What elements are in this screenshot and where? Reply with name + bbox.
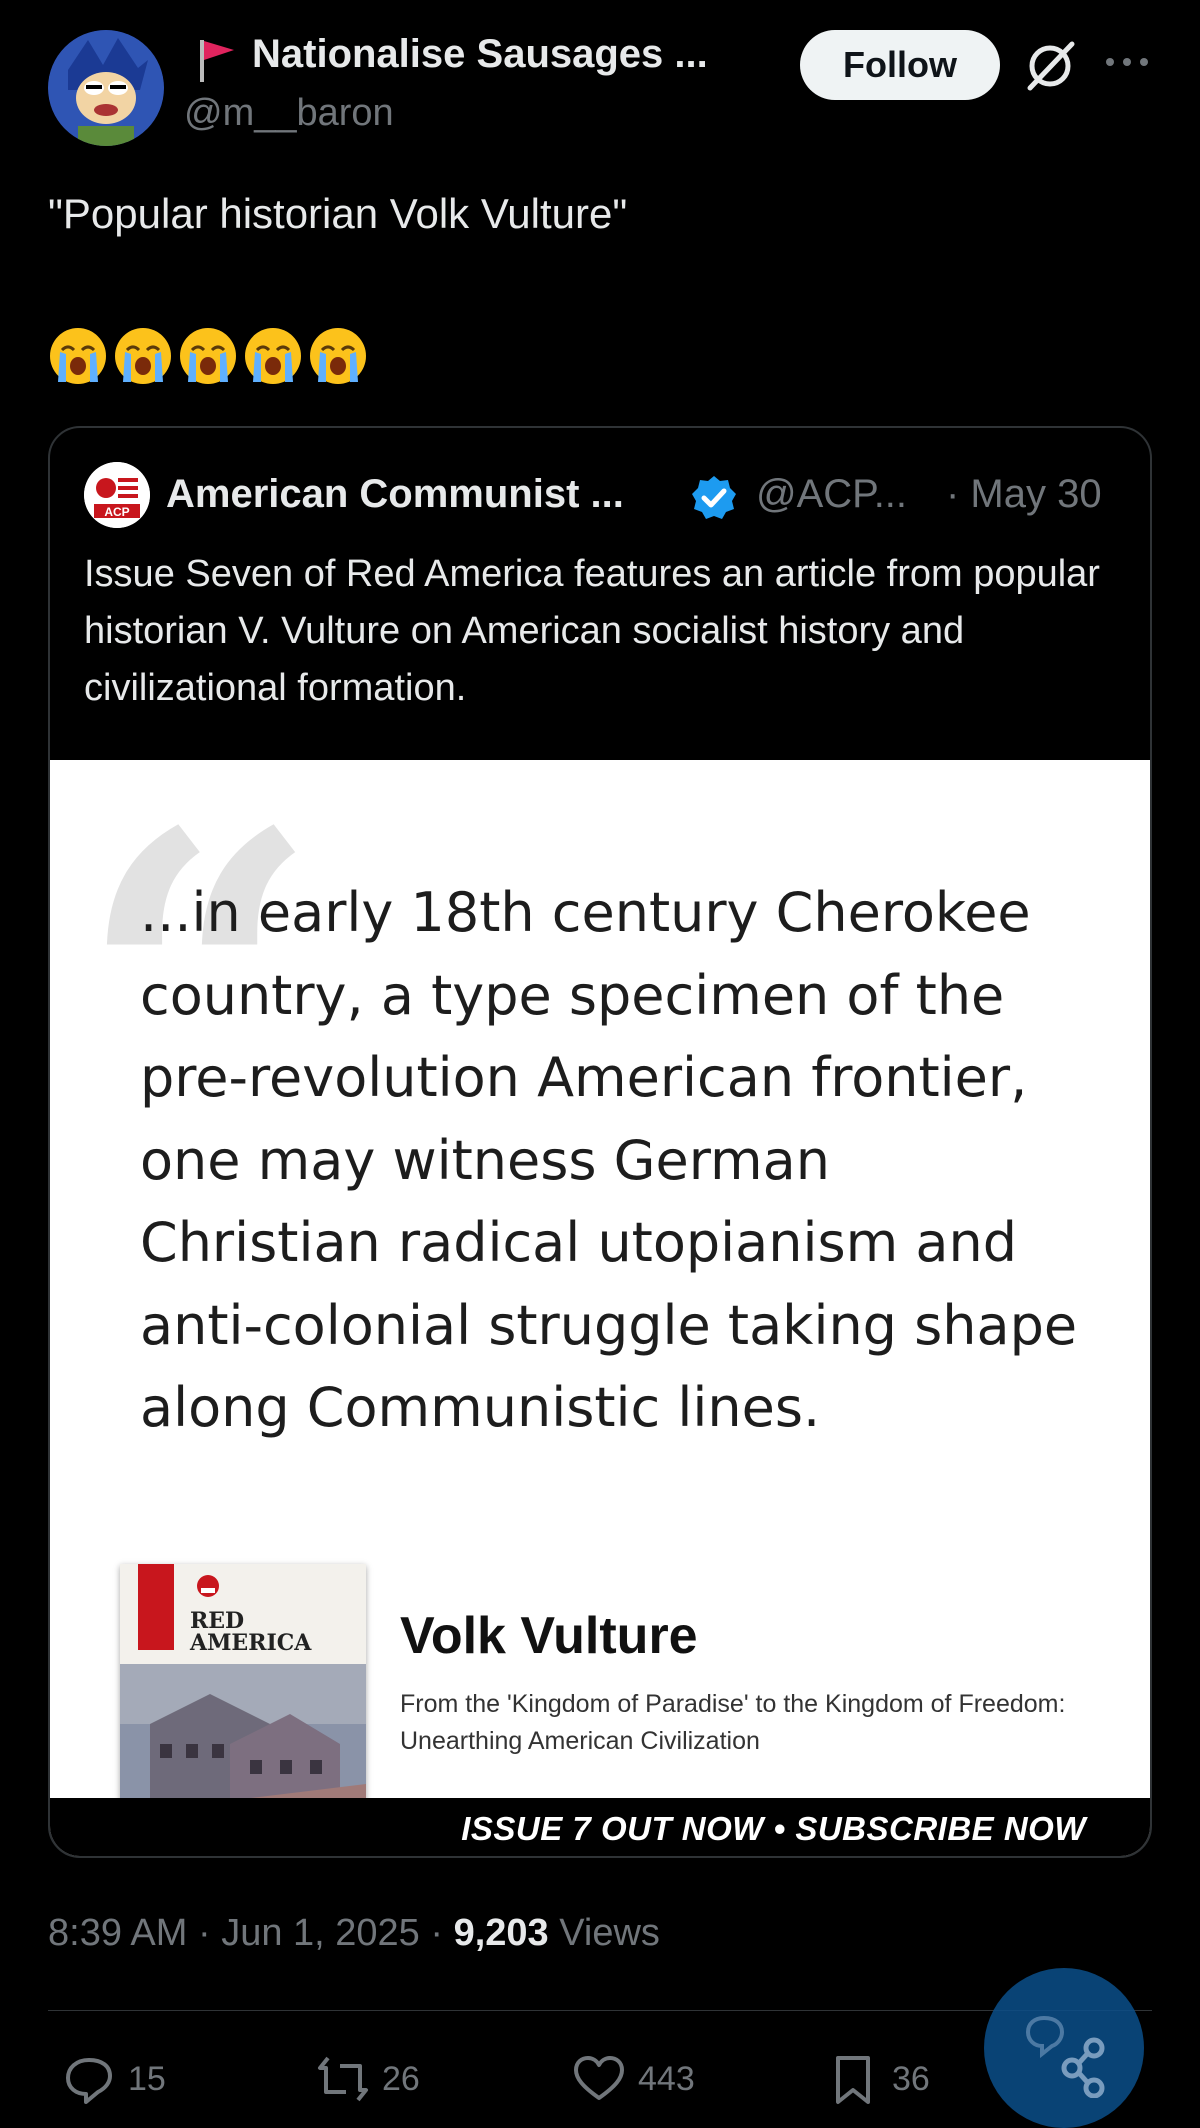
- like-button[interactable]: 443: [572, 2052, 695, 2106]
- magazine-title-line2: AMERICA: [190, 1630, 312, 1656]
- red-flag-icon: [200, 40, 234, 82]
- grok-icon[interactable]: [1022, 38, 1078, 94]
- emoji-row: [48, 326, 368, 386]
- divider: [48, 2010, 1152, 2011]
- quoted-tweet-card[interactable]: ACP American Communist ... @ACP... · May…: [48, 426, 1152, 1858]
- tweet-timestamp[interactable]: 8:39 AM · Jun 1, 2025 ·: [48, 1912, 454, 1954]
- magazine-ribbon: [138, 1564, 174, 1650]
- loudly-crying-face-icon: [310, 328, 366, 384]
- tweet-text: "Popular historian Volk Vulture": [48, 190, 628, 237]
- acp-logo-icon: [197, 1575, 219, 1597]
- loudly-crying-face-icon: [245, 328, 301, 384]
- repost-button[interactable]: 26: [316, 2052, 420, 2106]
- bookmark-button[interactable]: 36: [826, 2052, 930, 2106]
- quoted-text: Issue Seven of Red America features an a…: [84, 553, 1100, 709]
- author-handle[interactable]: @m__baron: [184, 92, 394, 135]
- loudly-crying-face-icon: [180, 328, 236, 384]
- tweet-meta: 8:39 AM · Jun 1, 2025 · 9,203 Views: [48, 1912, 660, 1955]
- share-icon: [1025, 2015, 1105, 2098]
- reply-button[interactable]: 15: [62, 2052, 166, 2106]
- subscribe-banner: ISSUE 7 OUT NOW • SUBSCRIBE NOW: [50, 1798, 1150, 1856]
- image-excerpt: ...in early 18th century Cherokee countr…: [140, 881, 1078, 1439]
- more-options-icon[interactable]: [1102, 52, 1152, 72]
- quoted-avatar[interactable]: ACP: [84, 462, 150, 528]
- article-title: From the 'Kingdom of Paradise' to the Ki…: [400, 1690, 1066, 1755]
- quoted-date[interactable]: · May 30: [946, 472, 1102, 517]
- repost-icon: [318, 2056, 368, 2102]
- loudly-crying-face-icon: [115, 328, 171, 384]
- bookmark-count: 36: [892, 2059, 930, 2098]
- quoted-image[interactable]: “ ...in early 18th century Cherokee coun…: [50, 760, 1150, 1856]
- article-author: Volk Vulture: [400, 1607, 698, 1665]
- acp-logo-text: ACP: [104, 505, 129, 519]
- verified-badge-icon: [692, 476, 736, 519]
- quoted-handle[interactable]: @ACP...: [756, 472, 907, 517]
- author-display-name[interactable]: Nationalise Sausages ...: [252, 32, 708, 77]
- heart-icon: [574, 2056, 624, 2100]
- reply-icon: [66, 2058, 112, 2104]
- loudly-crying-face-icon: [50, 328, 106, 384]
- grok-share-fab[interactable]: [984, 1968, 1144, 2128]
- quoted-display-name[interactable]: American Communist ...: [166, 472, 624, 517]
- views-label: Views: [548, 1912, 660, 1954]
- magazine-title-line1: RED: [190, 1608, 245, 1634]
- bookmark-icon: [836, 2056, 870, 2104]
- views-count: 9,203: [453, 1912, 549, 1954]
- like-count: 443: [638, 2059, 695, 2098]
- reply-count: 15: [128, 2059, 166, 2098]
- magazine-title: RED AMERICA: [190, 1610, 311, 1654]
- repost-count: 26: [382, 2059, 420, 2098]
- follow-button[interactable]: Follow: [800, 30, 1000, 100]
- avatar[interactable]: [48, 30, 164, 146]
